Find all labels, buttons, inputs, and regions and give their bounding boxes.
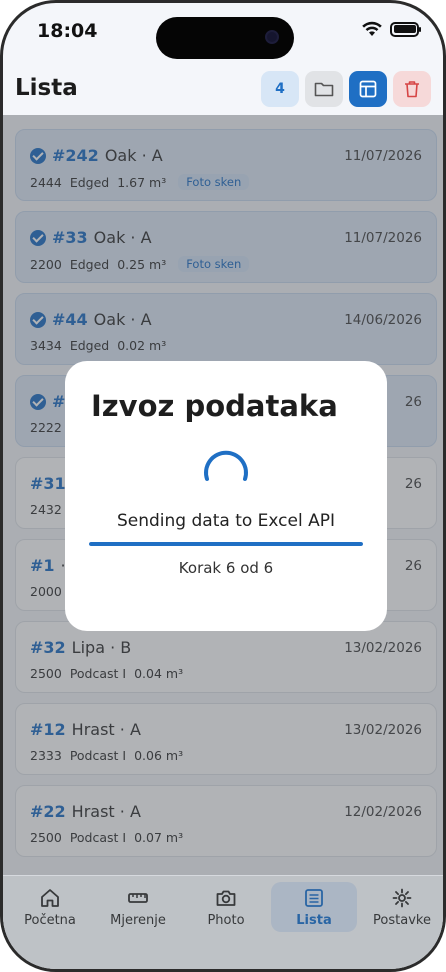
export-dialog: Izvoz podataka Sending data to Excel API…	[65, 361, 387, 631]
export-progress-bar	[89, 542, 363, 546]
status-icons	[361, 21, 421, 37]
folder-button[interactable]	[305, 71, 343, 107]
delete-button[interactable]	[393, 71, 431, 107]
dialog-message: Sending data to Excel API	[116, 511, 335, 531]
status-time: 18:04	[37, 20, 98, 42]
battery-icon	[390, 21, 421, 37]
export-table-button[interactable]	[349, 71, 387, 107]
trash-icon	[405, 81, 419, 98]
phone-frame: 18:04 Lista 4 #242 Oak · A 11/07/2026 24…	[0, 0, 446, 972]
progress-fill	[89, 542, 363, 546]
loading-spinner-icon	[204, 450, 248, 481]
nav-backdrop	[3, 876, 443, 969]
bottom-nav: Početna Mjerenje Photo Lista Postavke	[3, 875, 443, 969]
header-actions: 4	[261, 71, 431, 107]
selected-count-button[interactable]: 4	[261, 71, 299, 107]
dialog-title: Izvoz podataka	[91, 389, 338, 423]
table-icon	[359, 80, 377, 98]
status-bar: 18:04	[3, 3, 443, 61]
page-title: Lista	[15, 75, 78, 101]
header: Lista 4	[3, 65, 443, 115]
folder-icon	[314, 82, 334, 97]
dialog-step: Korak 6 od 6	[178, 559, 274, 577]
wifi-icon	[362, 21, 382, 36]
camera-lens-icon	[265, 30, 279, 44]
